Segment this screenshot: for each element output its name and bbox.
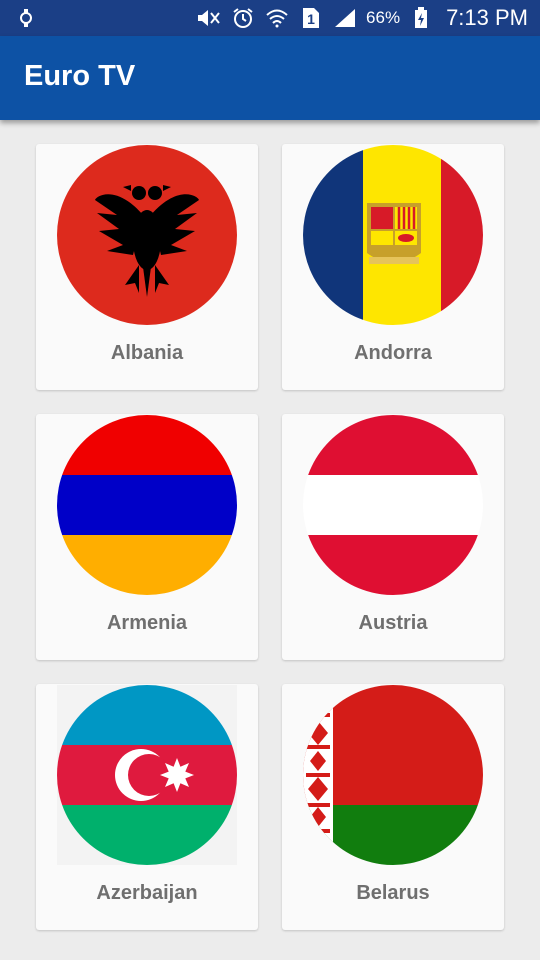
country-card-albania[interactable]: Albania — [36, 144, 258, 390]
battery-charging-icon — [408, 7, 434, 29]
battery-percent: 66% — [366, 8, 401, 27]
country-label: Andorra — [354, 342, 432, 364]
wifi-icon — [264, 7, 290, 29]
country-card-andorra[interactable]: Andorra — [282, 144, 504, 390]
country-card-armenia[interactable]: Armenia — [36, 414, 258, 660]
status-bar: 1 66% 7:13 PM — [0, 0, 540, 36]
belarus-flag-icon — [303, 685, 483, 865]
country-label: Albania — [110, 342, 184, 364]
signal-icon — [332, 7, 358, 29]
watch-icon — [16, 8, 36, 28]
country-card-austria[interactable]: Austria — [282, 414, 504, 660]
clock-time: 7:13 PM — [446, 5, 528, 30]
country-label: Armenia — [106, 612, 188, 634]
app-title: Euro TV — [24, 60, 136, 92]
azerbaijan-flag-icon — [57, 685, 237, 865]
sim-icon: 1 — [298, 7, 324, 29]
country-label: Austria — [358, 612, 428, 634]
app-bar: Euro TV — [0, 36, 540, 120]
alarm-icon — [230, 7, 256, 29]
albania-flag-icon — [57, 145, 237, 325]
country-grid: Albania Andorra Armenia Austria Azerbaij… — [36, 144, 504, 930]
austria-flag-icon — [303, 415, 483, 595]
armenia-flag-icon — [57, 415, 237, 595]
country-label: Azerbaijan — [96, 882, 198, 904]
country-card-azerbaijan[interactable]: Azerbaijan — [36, 684, 258, 930]
country-card-belarus[interactable]: Belarus — [282, 684, 504, 930]
mute-icon — [196, 7, 222, 29]
country-label: Belarus — [356, 882, 430, 904]
andorra-flag-icon — [303, 145, 483, 325]
sim-label: 1 — [307, 11, 315, 27]
